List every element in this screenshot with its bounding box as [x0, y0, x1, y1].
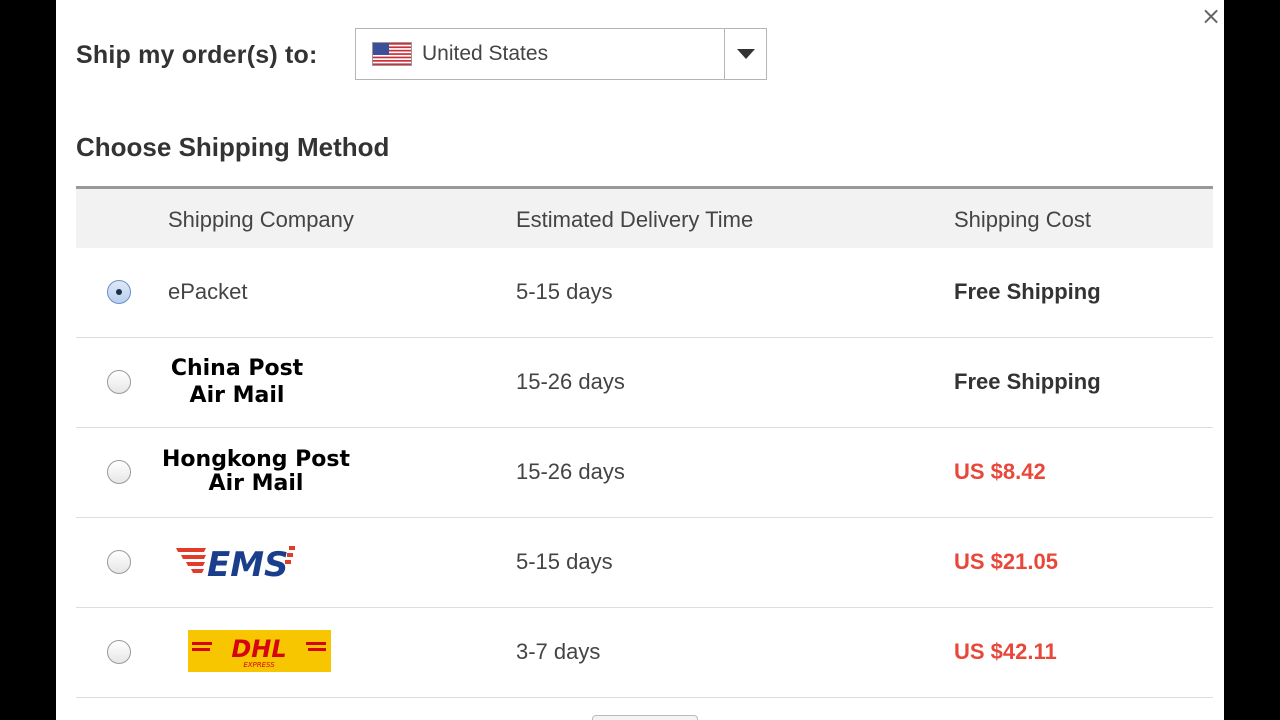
shipping-dialog: × Ship my order(s) to: United States Cho…: [56, 0, 1224, 720]
shipping-cost: US $8.42: [954, 459, 1046, 484]
radio-china-post[interactable]: [107, 369, 131, 394]
delivery-time: 5-15 days: [516, 549, 613, 574]
us-flag-icon: [372, 42, 412, 66]
table-row-epacket[interactable]: ePacket 5-15 days Free Shipping: [76, 248, 1213, 338]
radio-epacket[interactable]: [107, 279, 131, 304]
delivery-time: 3-7 days: [516, 639, 601, 664]
ems-logo: EMS: [176, 542, 300, 582]
hongkong-post-logo-line2: Air Mail: [208, 471, 304, 496]
close-icon[interactable]: ×: [1200, 4, 1222, 28]
table-header: Shipping Company Estimated Delivery Time…: [76, 186, 1213, 248]
table-row-dhl[interactable]: DHL EXPRESS 3-7 days US $42.11: [76, 608, 1213, 698]
china-post-logo-line1: China Post: [170, 356, 304, 381]
country-select[interactable]: United States: [355, 28, 767, 80]
delivery-time: 5-15 days: [516, 279, 613, 304]
dhl-logo-subtext: EXPRESS: [243, 661, 275, 669]
company-name-epacket: ePacket: [168, 279, 248, 304]
header-delivery-time: Estimated Delivery Time: [516, 207, 754, 232]
shipping-cost: Free Shipping: [954, 279, 1101, 304]
dhl-logo-text: DHL: [231, 635, 286, 663]
shipping-methods-table: Shipping Company Estimated Delivery Time…: [76, 186, 1213, 698]
delivery-time: 15-26 days: [516, 369, 625, 394]
ems-logo-text: EMS: [207, 545, 289, 582]
chevron-down-icon[interactable]: [724, 29, 766, 79]
header-shipping-company: Shipping Company: [168, 207, 354, 232]
section-title: Choose Shipping Method: [76, 132, 390, 162]
header-shipping-cost: Shipping Cost: [954, 207, 1091, 232]
ship-to-row: Ship my order(s) to:: [76, 28, 318, 82]
radio-hongkong-post[interactable]: [107, 459, 131, 484]
shipping-cost: US $21.05: [954, 549, 1058, 574]
delivery-time: 15-26 days: [516, 459, 625, 484]
radio-ems[interactable]: [107, 549, 131, 574]
shipping-cost: Free Shipping: [954, 369, 1101, 394]
table-row-china-post[interactable]: China Post Air Mail 15-26 days Free Ship…: [76, 338, 1213, 428]
table-row-hongkong-post[interactable]: Hongkong Post Air Mail 15-26 days US $8.…: [76, 428, 1213, 518]
table-row-ems[interactable]: EMS 5-15 days US $21.05: [76, 518, 1213, 608]
dhl-logo: DHL EXPRESS: [188, 630, 331, 672]
china-post-logo-line2: Air Mail: [189, 383, 285, 408]
hongkong-post-logo-line1: Hongkong Post: [162, 447, 351, 472]
china-post-logo: China Post Air Mail: [170, 338, 304, 426]
radio-dhl[interactable]: [107, 639, 131, 664]
hongkong-post-logo: Hongkong Post Air Mail: [162, 428, 350, 516]
shipping-cost: US $42.11: [954, 639, 1057, 664]
bottom-button-partial[interactable]: [592, 715, 698, 720]
ship-to-label: Ship my order(s) to:: [76, 40, 318, 69]
country-selected-value: United States: [422, 42, 549, 65]
